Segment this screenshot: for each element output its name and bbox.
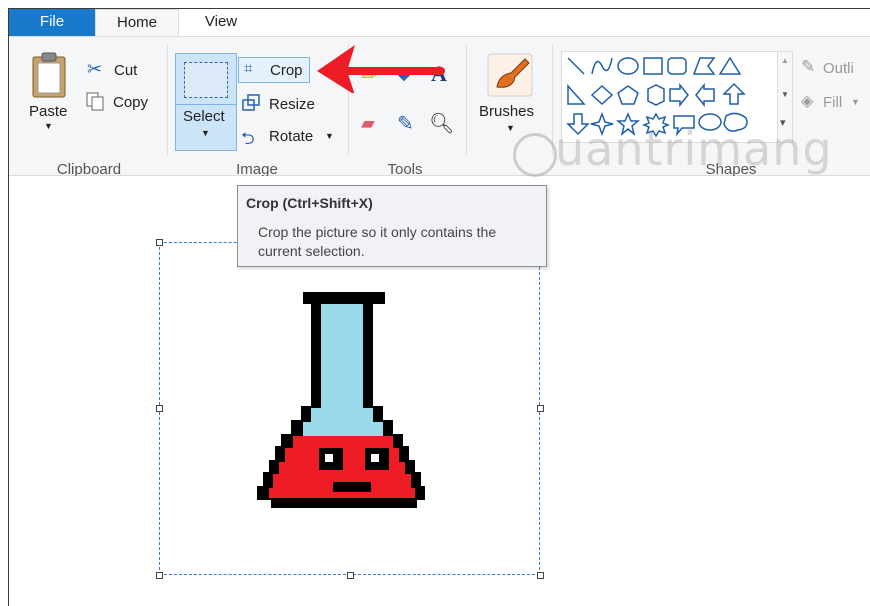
clipboard-icon [32,52,66,98]
paste-label: Paste [29,103,68,120]
chevron-down-icon: ▼ [781,90,789,99]
select-button[interactable]: Select ▼ [175,53,237,151]
crop-tooltip: Crop (Ctrl+Shift+X) Crop the picture so … [237,185,547,267]
paste-button[interactable]: Paste ▼ [17,51,81,143]
annotation-arrow [317,45,445,93]
crop-label: Crop [270,62,303,79]
selection-handle[interactable] [156,405,163,412]
selection-handle[interactable] [156,239,163,246]
chevron-down-icon: ▼ [325,131,334,141]
outline-button[interactable]: ✎ Outli [801,57,870,79]
scissors-icon: ✂ [87,59,103,79]
cut-button[interactable]: ✂ Cut [87,59,149,81]
cut-label: Cut [114,62,138,79]
selection-handle[interactable] [537,572,544,579]
rotate-button[interactable]: ⮌ Rotate ▼ [241,125,337,148]
separator [552,45,553,155]
tab-file[interactable]: File [9,9,95,36]
rotate-label: Rotate [269,128,314,145]
copy-label: Copy [113,94,149,111]
brush-icon [487,53,533,97]
resize-icon [242,94,260,111]
magnifier-tool[interactable]: 🔍︎ [429,111,454,136]
selection-handle[interactable] [156,572,163,579]
separator [167,45,168,155]
tab-view[interactable]: View [184,9,258,36]
chevron-down-icon: ▼ [851,97,860,107]
separator [466,45,467,155]
outline-icon: ✎ [801,57,816,76]
outline-label: Outli [823,60,854,77]
fill-bucket-icon: ◈ [801,93,814,110]
resize-button[interactable]: Resize [241,93,321,115]
select-divider [176,104,236,105]
eraser-tool[interactable]: ▰ [361,113,375,134]
brushes-label: Brushes [479,103,535,120]
fill-button[interactable]: ◈ Fill ▼ [801,91,870,113]
tooltip-title: Crop (Ctrl+Shift+X) [246,195,373,211]
select-label: Select [183,108,225,125]
selection-handle[interactable] [537,405,544,412]
watermark-logo [513,133,557,177]
paint-window: File Home View Paste ▼ ✂ Cut Copy Clipbo… [8,8,870,606]
rect-select-icon [184,62,228,98]
fill-label: Fill [823,94,843,111]
resize-label: Resize [269,96,315,113]
canvas-area[interactable]: Crop (Ctrl+Shift+X) Crop the picture so … [9,176,870,606]
selection-handle[interactable] [347,572,354,579]
tooltip-body: Crop the picture so it only contains the… [258,224,497,259]
chevron-up-icon: ▲ [781,56,789,65]
chevron-down-icon: ▼ [506,123,515,133]
watermark-text: uantrimang [555,122,833,176]
crop-icon: ⌗ [244,60,253,77]
copy-icon [86,92,104,111]
flask-drawing [257,292,425,508]
chevron-down-icon: ▼ [201,128,210,138]
copy-button[interactable]: Copy [85,91,155,113]
tab-home[interactable]: Home [95,9,179,37]
crop-button[interactable]: ⌗ Crop [238,57,310,83]
color-picker-tool[interactable]: ✎ [397,111,414,136]
chevron-down-icon: ▼ [44,121,53,131]
ribbon-tabs: File Home View [9,9,870,37]
rotate-icon: ⮌ [241,129,255,148]
